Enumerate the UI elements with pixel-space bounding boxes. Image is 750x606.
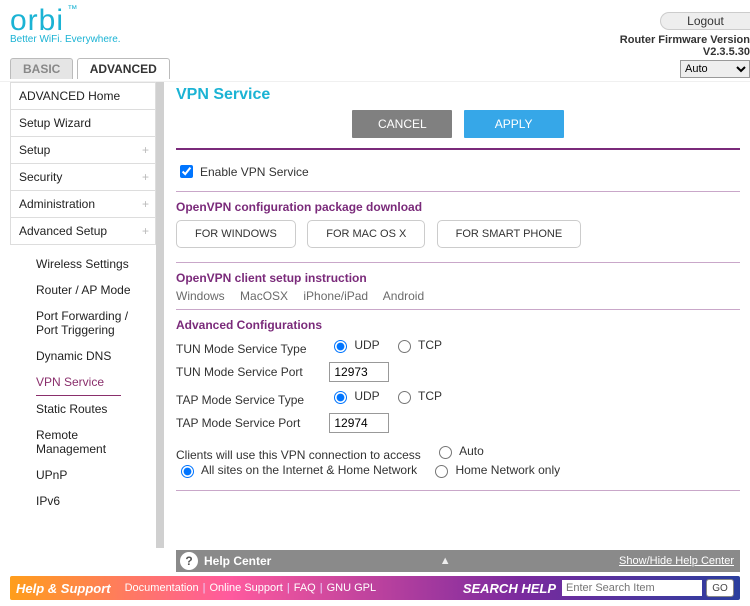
support-title: Help & Support (16, 581, 111, 596)
sidebar-item-advanced-setup[interactable]: Advanced Setup+ (10, 218, 156, 245)
sidebar-sub-ipv6[interactable]: IPv6 (10, 488, 150, 514)
instr-link-macosx[interactable]: MacOSX (240, 289, 288, 303)
enable-vpn-label: Enable VPN Service (200, 165, 309, 179)
sidebar-sub-static-routes[interactable]: Static Routes (10, 396, 150, 422)
logo: orbi ™ Better WiFi. Everywhere. (10, 4, 121, 45)
instruction-section-head: OpenVPN client setup instruction (176, 269, 740, 287)
help-icon[interactable]: ? (180, 552, 198, 570)
access-label: Clients will use this VPN connection to … (176, 448, 421, 462)
brand-name: orbi (10, 4, 64, 37)
tap-tcp-radio[interactable] (398, 391, 411, 404)
divider (176, 262, 740, 263)
firmware-version: Router Firmware Version V2.3.5.30 (620, 34, 750, 58)
chevron-up-icon[interactable]: ▲ (271, 555, 619, 567)
tab-advanced[interactable]: ADVANCED (77, 58, 170, 79)
tap-udp-radio[interactable] (334, 391, 347, 404)
sidebar-item-setup[interactable]: Setup+ (10, 137, 156, 164)
header: orbi ™ Better WiFi. Everywhere. Logout R… (0, 0, 750, 58)
plus-icon: + (142, 224, 149, 238)
divider (176, 490, 740, 491)
sidebar-sub-router-ap[interactable]: Router / AP Mode (10, 277, 150, 303)
sidebar-item-security[interactable]: Security+ (10, 164, 156, 191)
tun-type-label: TUN Mode Service Type (176, 342, 326, 356)
sidebar-item-setup-wizard[interactable]: Setup Wizard (10, 110, 156, 137)
tab-basic[interactable]: BASIC (10, 58, 73, 79)
logout-button[interactable]: Logout (660, 12, 750, 30)
help-center-toggle[interactable]: Show/Hide Help Center (619, 555, 734, 567)
tap-port-input[interactable] (329, 413, 389, 433)
download-windows-button[interactable]: FOR WINDOWS (176, 220, 296, 248)
access-home-radio[interactable] (435, 465, 448, 478)
tun-port-input[interactable] (329, 362, 389, 382)
instr-link-windows[interactable]: Windows (176, 289, 225, 303)
help-center-bar: ? Help Center ▲ Show/Hide Help Center (176, 550, 740, 572)
instruction-links: Windows MacOSX iPhone/iPad Android (176, 289, 740, 303)
scrollbar-thumb[interactable] (156, 94, 164, 384)
search-help-label: SEARCH HELP (463, 581, 556, 596)
main-tabs: BASIC ADVANCED Auto (0, 58, 750, 82)
action-buttons: CANCEL APPLY (176, 110, 740, 138)
enable-vpn-checkbox[interactable] (180, 165, 193, 178)
plus-icon: + (142, 197, 149, 211)
divider (176, 191, 740, 192)
help-center-title: Help Center (204, 554, 271, 568)
apply-button[interactable]: APPLY (464, 110, 564, 138)
plus-icon: + (142, 143, 149, 157)
brand-tagline: Better WiFi. Everywhere. (10, 34, 121, 45)
sidebar-sub-upnp[interactable]: UPnP (10, 462, 150, 488)
tun-udp-radio[interactable] (334, 340, 347, 353)
scrollbar-track[interactable] (156, 82, 164, 548)
sidebar-sub-wireless-settings[interactable]: Wireless Settings (10, 251, 150, 277)
search-go-button[interactable]: GO (706, 579, 734, 597)
page-title: VPN Service (176, 86, 740, 104)
tun-port-label: TUN Mode Service Port (176, 365, 326, 379)
sidebar-item-administration[interactable]: Administration+ (10, 191, 156, 218)
support-link-documentation[interactable]: Documentation (125, 582, 199, 594)
sidebar-sub-port-forwarding[interactable]: Port Forwarding / Port Triggering (10, 303, 150, 343)
support-link-online-support[interactable]: Online Support (209, 582, 282, 594)
sidebar: ADVANCED Home Setup Wizard Setup+ Securi… (10, 82, 164, 548)
cancel-button[interactable]: CANCEL (352, 110, 452, 138)
support-bar: Help & Support Documentation| Online Sup… (10, 576, 740, 600)
advanced-config-head: Advanced Configurations (176, 316, 740, 334)
content: VPN Service CANCEL APPLY Enable VPN Serv… (164, 82, 740, 548)
support-link-faq[interactable]: FAQ (294, 582, 316, 594)
language-select[interactable]: Auto (680, 60, 750, 78)
download-macosx-button[interactable]: FOR MAC OS X (307, 220, 425, 248)
access-auto-radio[interactable] (439, 446, 452, 459)
sidebar-sub-remote-mgmt[interactable]: Remote Management (10, 422, 150, 462)
instr-link-iphone[interactable]: iPhone/iPad (303, 289, 368, 303)
tun-tcp-radio[interactable] (398, 340, 411, 353)
sidebar-sub-vpn-service[interactable]: VPN Service (36, 369, 121, 396)
divider (176, 309, 740, 310)
download-section-head: OpenVPN configuration package download (176, 198, 740, 216)
tap-port-label: TAP Mode Service Port (176, 416, 326, 430)
download-smartphone-button[interactable]: FOR SMART PHONE (437, 220, 582, 248)
plus-icon: + (142, 170, 149, 184)
search-help-input[interactable] (562, 580, 702, 596)
access-all-radio[interactable] (181, 465, 194, 478)
tap-type-label: TAP Mode Service Type (176, 393, 326, 407)
divider (176, 148, 740, 150)
sidebar-item-advanced-home[interactable]: ADVANCED Home (10, 82, 156, 110)
instr-link-android[interactable]: Android (383, 289, 424, 303)
sidebar-sub-dynamic-dns[interactable]: Dynamic DNS (10, 343, 150, 369)
main: ADVANCED Home Setup Wizard Setup+ Securi… (10, 82, 740, 548)
scroll-down-icon[interactable]: ▾ (156, 536, 164, 548)
support-link-gnu-gpl[interactable]: GNU GPL (327, 582, 377, 594)
scroll-up-icon[interactable]: ▴ (156, 82, 164, 94)
